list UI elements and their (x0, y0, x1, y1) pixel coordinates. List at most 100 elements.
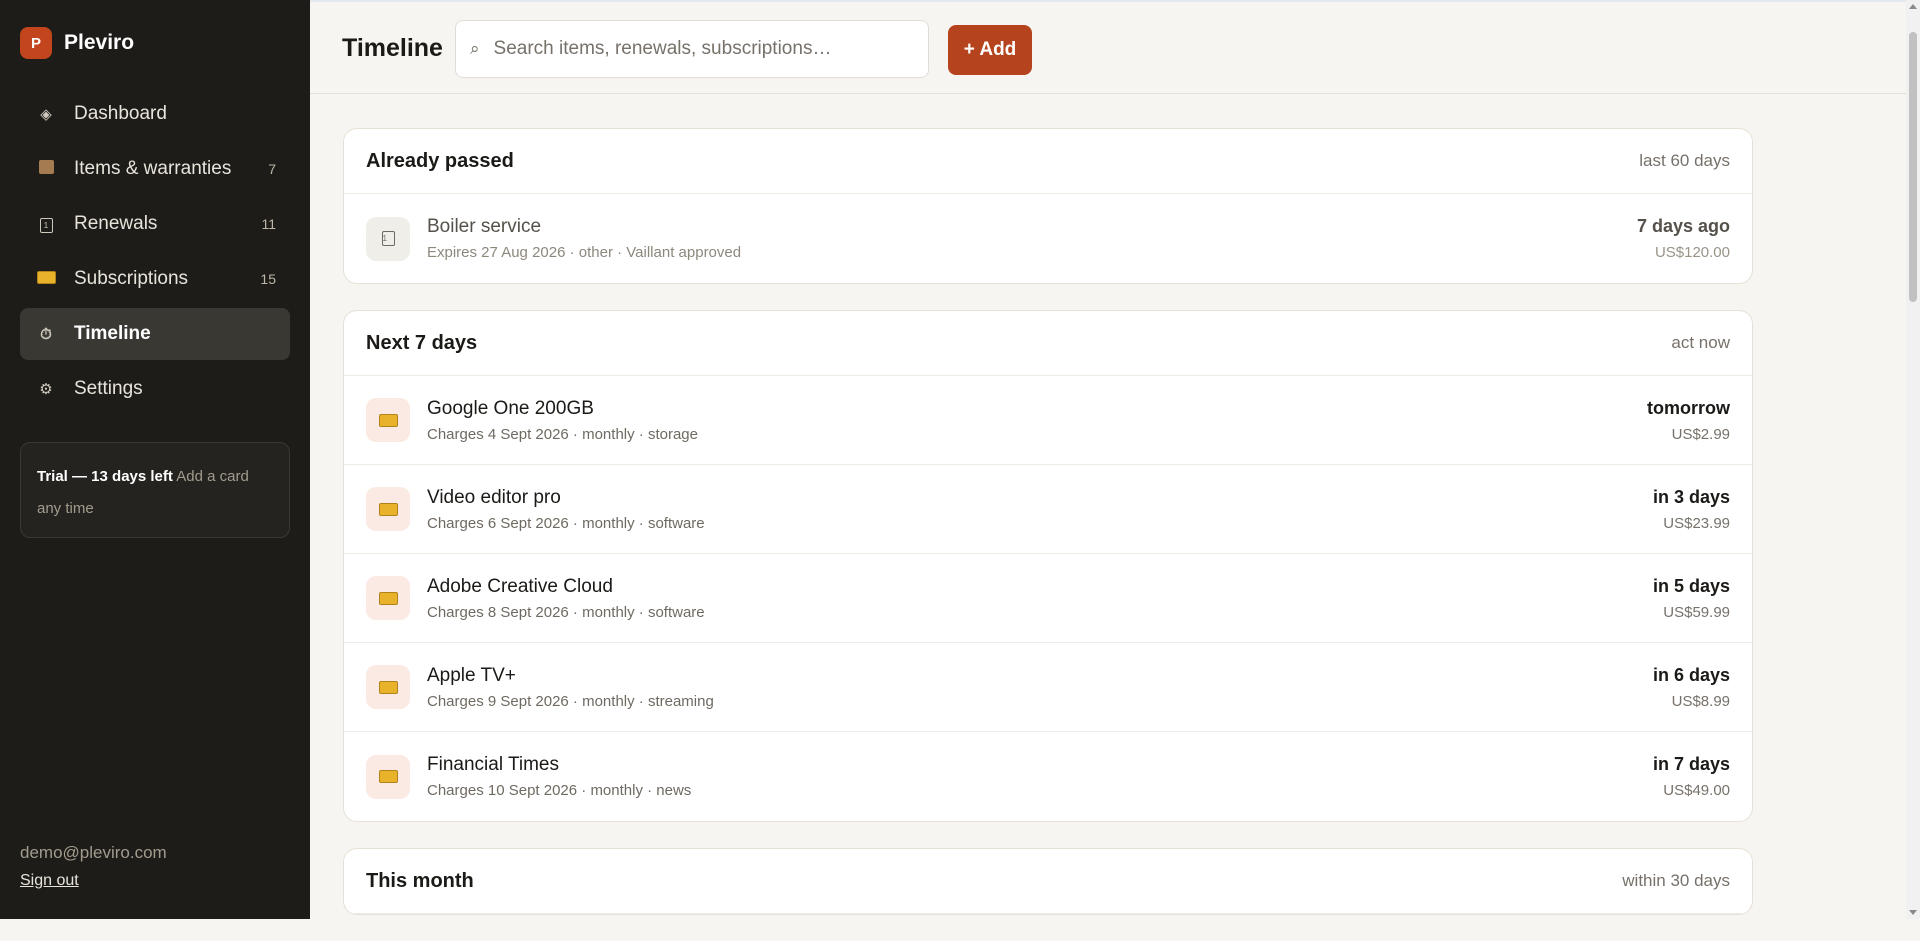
search-icon: ⌕ (470, 39, 480, 58)
sidebar-item-count: 11 (261, 216, 276, 232)
row-name: Apple TV+ (427, 664, 516, 686)
timeline-row[interactable]: Adobe Creative Cloud Charges 8 Sept 2026… (344, 554, 1752, 643)
row-main: Apple TV+ Charges 9 Sept 2026 · monthly … (427, 665, 1653, 710)
row-when: in 6 days (1652, 664, 1730, 685)
timeline-row[interactable]: Google One 200GB Charges 4 Sept 2026 · m… (344, 376, 1752, 465)
timeline-row[interactable]: Financial Times Charges 10 Sept 2026 · m… (344, 732, 1752, 821)
row-main: Financial Times Charges 10 Sept 2026 · m… (427, 754, 1653, 799)
section-already-passed: Already passed last 60 days 1 Boiler ser… (343, 128, 1753, 284)
sidebar-item-count: 7 (268, 161, 276, 177)
sidebar-item-timeline[interactable]: ⏱ Timeline (20, 308, 290, 360)
row-name: Video editor pro (427, 486, 561, 508)
row-amount: US$2.99 (1671, 425, 1730, 443)
row-amount: US$8.99 (1671, 692, 1730, 710)
sidebar-item-subscriptions[interactable]: Subscriptions 15 (20, 253, 290, 305)
scroll-down-arrow-icon[interactable] (1909, 910, 1917, 915)
timeline-content: Already passed last 60 days 1 Boiler ser… (343, 128, 1753, 941)
section-this-month: This month within 30 days (343, 848, 1753, 915)
row-amount: US$59.99 (1663, 603, 1730, 621)
timeline-row[interactable]: Video editor pro Charges 6 Sept 2026 · m… (344, 465, 1752, 554)
section-header: This month within 30 days (344, 849, 1752, 914)
sidebar-item-count: 15 (260, 271, 276, 287)
credit-card-icon (366, 576, 410, 620)
sidebar-item-label: Subscriptions (74, 268, 189, 289)
sidebar: P Pleviro ◈ Dashboard Items & warranties… (0, 0, 310, 919)
row-meta: Charges 9 Sept 2026 · monthly · streamin… (427, 692, 714, 710)
sidebar-item-settings[interactable]: ⚙ Settings (20, 363, 290, 415)
stopwatch-icon: ⏱ (40, 325, 52, 343)
row-amount: US$49.00 (1663, 782, 1730, 799)
calendar-icon: 1 (366, 216, 410, 261)
box-icon (36, 160, 56, 178)
row-when: in 7 days (1652, 754, 1730, 774)
search-input[interactable] (491, 37, 896, 61)
row-when: 7 days ago (1636, 216, 1730, 236)
sidebar-item-label: Dashboard (74, 103, 167, 124)
timeline-row[interactable]: 1 Boiler service Expires 27 Aug 2026 · o… (344, 194, 1752, 283)
row-right: in 6 days US$8.99 (1653, 665, 1730, 710)
search-box[interactable]: ⌕ (455, 20, 929, 78)
sidebar-item-label: Items & warranties (74, 158, 232, 179)
row-main: Boiler service Expires 27 Aug 2026 · oth… (427, 216, 1637, 261)
credit-card-icon (366, 665, 410, 709)
section-subtitle: act now (1671, 333, 1730, 352)
credit-card-icon (366, 487, 410, 531)
user-email: demo@pleviro.com (20, 843, 167, 862)
section-title: This month (366, 869, 474, 892)
credit-card-icon (36, 270, 56, 288)
sidebar-item-label: Settings (74, 378, 143, 399)
scrollbar-thumb[interactable] (1909, 32, 1917, 302)
row-right: in 7 days US$49.00 (1653, 754, 1730, 799)
diamond-icon: ◈ (40, 106, 52, 123)
row-when: in 3 days (1652, 486, 1730, 507)
credit-card-icon (366, 398, 410, 442)
sidebar-item-dashboard[interactable]: ◈ Dashboard (20, 88, 290, 140)
row-main: Video editor pro Charges 6 Sept 2026 · m… (427, 487, 1653, 532)
row-meta: Charges 8 Sept 2026 · monthly · software (427, 603, 705, 621)
section-title: Already passed (366, 149, 514, 172)
credit-card-icon (366, 754, 410, 799)
row-meta: Charges 6 Sept 2026 · monthly · software (427, 514, 705, 532)
sidebar-item-items-warranties[interactable]: Items & warranties 7 (20, 143, 290, 195)
row-amount: US$120.00 (1654, 244, 1730, 261)
row-name: Google One 200GB (427, 397, 594, 419)
add-button[interactable]: + Add (948, 25, 1032, 75)
row-when: tomorrow (1647, 397, 1730, 418)
sidebar-item-renewals[interactable]: 1 Renewals 11 (20, 198, 290, 250)
sidebar-item-label: Renewals (74, 213, 158, 234)
gear-icon: ⚙ (39, 381, 53, 398)
row-meta: Charges 4 Sept 2026 · monthly · storage (427, 425, 698, 443)
row-when: in 5 days (1652, 575, 1730, 596)
page-scrollbar[interactable] (1906, 0, 1920, 919)
row-right: tomorrow US$2.99 (1647, 398, 1730, 443)
section-subtitle: within 30 days (1622, 871, 1730, 890)
section-header: Already passed last 60 days (344, 129, 1752, 194)
brand-name: Pleviro (64, 31, 135, 54)
section-next-7-days: Next 7 days act now Google One 200GB Cha… (343, 310, 1753, 822)
sign-out-link[interactable]: Sign out (20, 872, 79, 890)
brand[interactable]: P Pleviro (20, 27, 134, 59)
section-title: Next 7 days (366, 331, 478, 354)
row-name: Financial Times (427, 754, 559, 775)
row-name: Boiler service (427, 216, 542, 237)
sidebar-nav: ◈ Dashboard Items & warranties 7 1 Renew… (20, 88, 290, 418)
calendar-icon: 1 (36, 215, 56, 233)
row-right: in 5 days US$59.99 (1653, 576, 1730, 621)
trial-days-left: Trial — 13 days left (37, 468, 173, 485)
top-bar: Timeline ⌕ + Add (310, 0, 1906, 94)
page-title: Timeline (342, 34, 443, 62)
row-main: Adobe Creative Cloud Charges 8 Sept 2026… (427, 576, 1653, 621)
brand-logo: P (20, 27, 52, 59)
section-header: Next 7 days act now (344, 311, 1752, 376)
row-right: in 3 days US$23.99 (1653, 487, 1730, 532)
row-amount: US$23.99 (1663, 514, 1730, 532)
row-name: Adobe Creative Cloud (427, 575, 613, 597)
trial-banner: Trial — 13 days left Add a card any time (20, 442, 290, 538)
row-right: 7 days ago US$120.00 (1637, 216, 1730, 261)
row-meta: Charges 10 Sept 2026 · monthly · news (427, 782, 692, 799)
sidebar-item-label: Timeline (74, 323, 151, 344)
row-main: Google One 200GB Charges 4 Sept 2026 · m… (427, 398, 1647, 443)
timeline-row[interactable]: Apple TV+ Charges 9 Sept 2026 · monthly … (344, 643, 1752, 732)
scroll-up-arrow-icon[interactable] (1909, 4, 1917, 9)
section-subtitle: last 60 days (1639, 151, 1730, 170)
